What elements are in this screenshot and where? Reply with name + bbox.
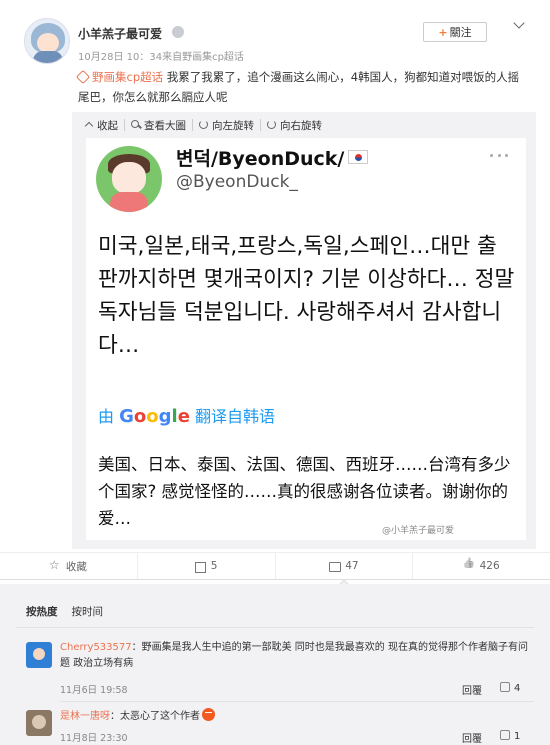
topic-link[interactable]: 野画集cp超话: [75, 69, 164, 85]
post-meta[interactable]: 10月28日 10：34来自野画集cp超话: [78, 48, 244, 63]
plus-icon: +: [438, 25, 448, 39]
share-count: 5: [210, 560, 218, 572]
rotate-left-button[interactable]: 向左旋转: [193, 118, 260, 133]
zoom-icon: [131, 120, 141, 130]
view-large-label: 查看大圖: [144, 119, 186, 132]
collapse-icon: [84, 120, 94, 130]
translate-line: 由 Google 翻译自韩语: [98, 403, 275, 427]
post-text: 野画集cp超话 我累了我累了，追个漫画这么闹心，4韩国人，狗都知道对喂饭的人摇尾…: [75, 67, 523, 107]
thumbs-up-icon: [500, 682, 510, 692]
comment-text: Cherry533577：野画集是我人生中追的第一部耽美 同时也是我最喜欢的 现…: [60, 640, 535, 672]
comment-like-button[interactable]: 4: [500, 682, 520, 694]
commenter-avatar[interactable]: [26, 710, 52, 736]
commenter-name[interactable]: Cherry533577: [60, 642, 132, 653]
tab-by-time[interactable]: 按时间: [72, 604, 104, 619]
sort-tabs: 按热度 按时间: [26, 604, 103, 619]
comment-icon: [329, 561, 342, 572]
tweet-author-name: 변덕/ByeonDuck/: [176, 144, 369, 171]
vip-badge-icon: [172, 26, 184, 38]
google-logo-icon: Google: [119, 406, 190, 427]
angry-emoji-icon: [202, 708, 215, 721]
share-icon: [194, 561, 206, 573]
korea-flag-icon: [348, 150, 369, 164]
tab-by-popularity[interactable]: 按热度: [26, 604, 58, 619]
tweet-handle: @ByeonDuck_: [176, 172, 298, 192]
translate-suffix: 翻译自韩语: [195, 407, 276, 426]
favorite-label: 收藏: [65, 560, 87, 573]
tweet-avatar-face: [112, 162, 146, 194]
reply-button[interactable]: 回覆: [462, 730, 482, 745]
thumbs-up-icon: [500, 730, 510, 740]
follow-label: 關注: [449, 26, 472, 39]
comments-section: 按热度 按时间 Cherry533577：野画集是我人生中追的第一部耽美 同时也…: [0, 584, 550, 745]
star-icon: [49, 558, 61, 572]
comment-text: 是林一唐呀：太恶心了这个作者: [60, 708, 535, 725]
divider: [16, 627, 534, 628]
avatar-body: [33, 51, 63, 63]
like-button[interactable]: 426: [413, 553, 550, 579]
topic-diamond-icon: [75, 69, 91, 85]
user-avatar[interactable]: [24, 18, 70, 64]
comment-time: 11月6日 19:58: [60, 685, 128, 696]
commenter-name[interactable]: 是林一唐呀: [60, 711, 110, 722]
tweet-avatar: [96, 146, 162, 212]
topic-label: 野画集cp超话: [92, 70, 164, 84]
watermark: @小羊羔子最可爱: [382, 526, 455, 536]
comment-button[interactable]: 47: [276, 553, 414, 579]
rotate-left-label: 向左旋转: [212, 119, 254, 132]
image-panel: 收起 查看大圖 向左旋转 向右旋转 변덕/ByeonDuck/ @ByeonDu…: [72, 112, 536, 549]
tweet-avatar-shirt: [110, 192, 148, 212]
avatar-face: [37, 33, 59, 53]
comment-body: ：太恶心了这个作者: [110, 711, 200, 722]
commenter-avatar[interactable]: [26, 642, 52, 668]
image-toolbar: 收起 查看大圖 向左旋转 向右旋转: [72, 112, 536, 138]
follow-button[interactable]: + 關注: [423, 22, 487, 42]
comment-divider: [60, 701, 534, 702]
tweet-screenshot[interactable]: 변덕/ByeonDuck/ @ByeonDuck_ 미국,일본,태국,프랑스,독…: [86, 138, 526, 540]
comment-like-count: 1: [514, 731, 521, 742]
collapse-label: 收起: [97, 119, 118, 132]
action-bar: 收藏 5 47 426: [0, 552, 550, 580]
reply-button[interactable]: 回覆: [462, 682, 482, 697]
tweet-original-text: 미국,일본,태국,프랑스,독일,스페인…대만 출판까지하면 몇개국이지? 기분 …: [98, 234, 515, 358]
rotate-right-label: 向右旋转: [280, 119, 322, 132]
comment-count: 47: [345, 560, 359, 572]
post-header: 小羊羔子最可爱 10月28日 10：34来自野画集cp超话 + 關注 野画集cp…: [0, 0, 550, 110]
comment-time: 11月8日 23:30: [60, 733, 128, 744]
comment-like-count: 4: [514, 683, 521, 694]
tweet-author-name-text: 변덕/ByeonDuck/: [176, 148, 345, 170]
view-large-button[interactable]: 查看大圖: [125, 118, 192, 133]
rotate-right-button[interactable]: 向右旋转: [261, 118, 328, 133]
share-button[interactable]: 5: [138, 553, 276, 579]
rotate-left-icon: [199, 120, 209, 130]
translate-prefix: 由: [98, 407, 115, 426]
comment-like-button[interactable]: 1: [500, 730, 520, 742]
username[interactable]: 小羊羔子最可爱: [78, 25, 162, 42]
more-dots-icon: [490, 154, 508, 160]
rotate-right-icon: [267, 120, 277, 130]
collapse-button[interactable]: 收起: [78, 118, 124, 133]
thumbs-up-icon: [464, 561, 475, 572]
favorite-button[interactable]: 收藏: [0, 553, 138, 579]
like-count: 426: [479, 560, 500, 572]
chevron-down-icon[interactable]: [512, 18, 526, 32]
tweet-translated-text: 美国、日本、泰国、法国、德国、西班牙……台湾有多少个国家? 感觉怪怪的……真的很…: [98, 455, 511, 528]
